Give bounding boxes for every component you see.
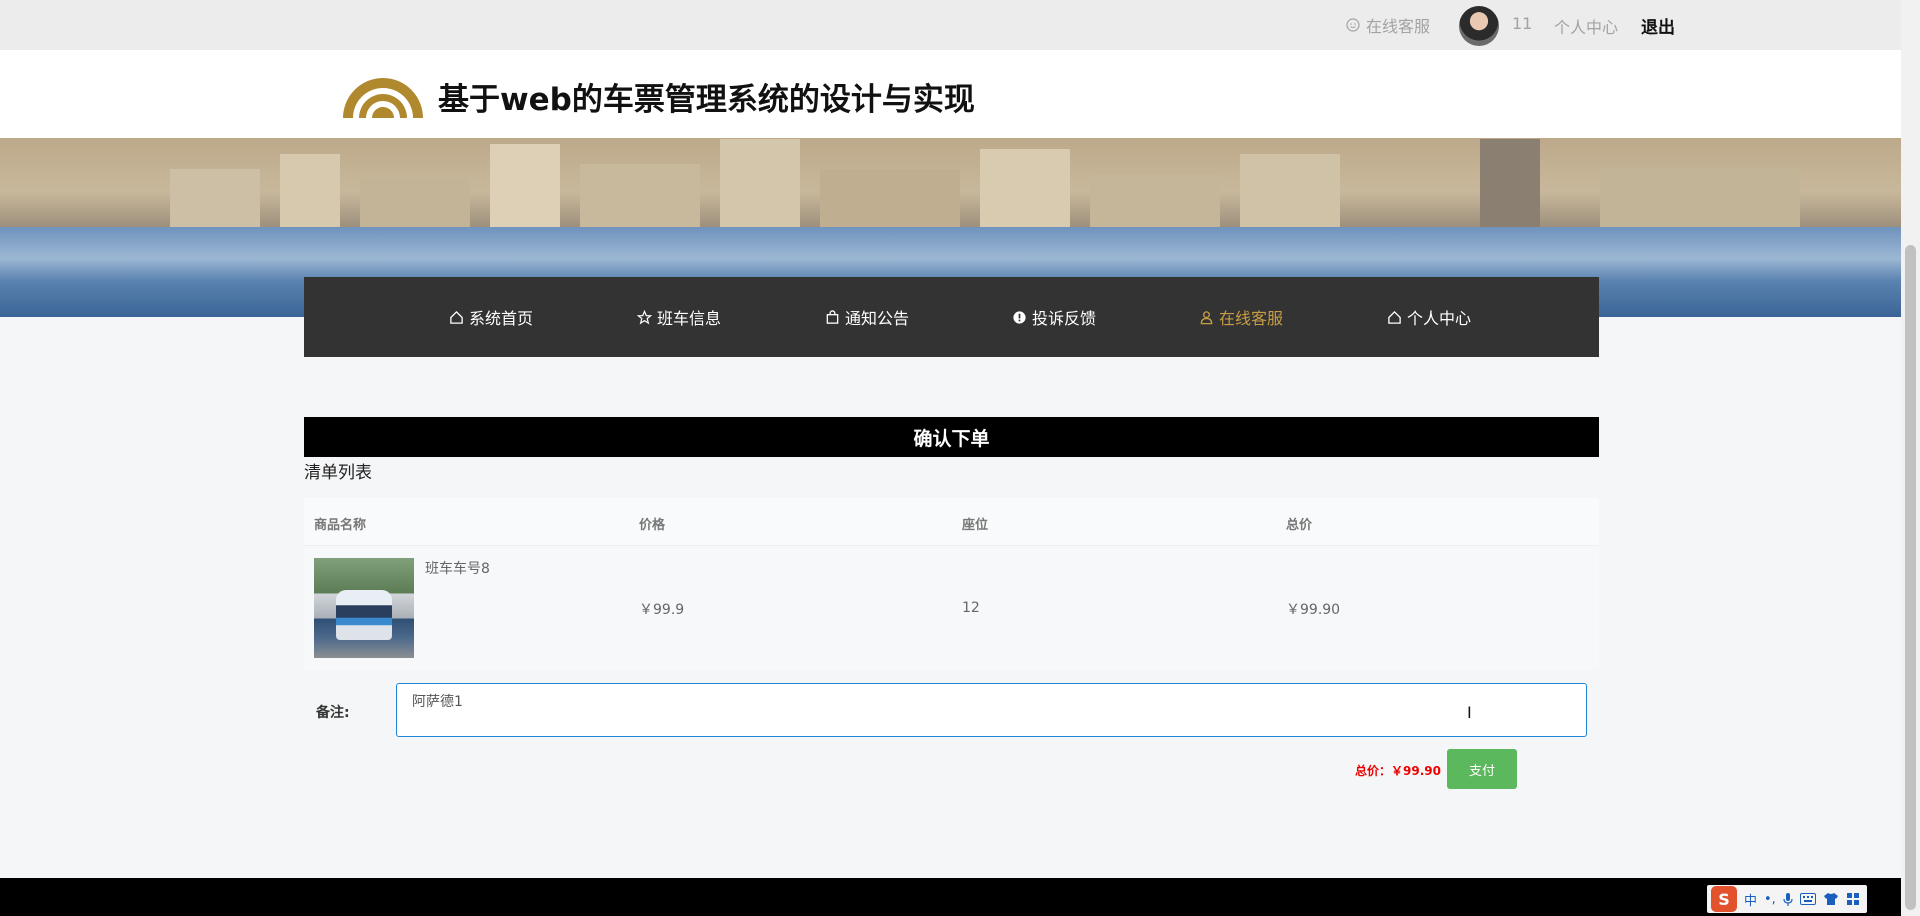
nav-item-label: 个人中心 (1407, 309, 1472, 328)
order-table: 商品名称 价格 座位 总价 班车车号8 ￥99.9 12 ￥99.90 (304, 498, 1599, 670)
site-header: 基于web的车票管理系统的设计与实现 (0, 50, 1901, 138)
confirm-order-heading: 确认下单 (304, 417, 1599, 457)
table-header: 商品名称 价格 座位 总价 (304, 498, 1599, 546)
column-header-total: 总价 (1286, 518, 1313, 533)
table-row: 班车车号8 ￥99.9 12 ￥99.90 (304, 546, 1599, 670)
user-id: 11 (1512, 14, 1533, 33)
home-icon (1388, 310, 1401, 324)
nav-item-bus-info[interactable]: 班车信息 (637, 277, 721, 357)
nav-item-label: 投诉反馈 (1032, 309, 1097, 328)
footer (0, 878, 1901, 916)
site-title: 基于web的车票管理系统的设计与实现 (438, 82, 975, 118)
logo-icon (343, 78, 423, 118)
ime-toolbar: S 中 •, (1707, 885, 1867, 913)
logout-link[interactable]: 退出 (1641, 13, 1675, 38)
nav-item-online-service[interactable]: 在线客服 (1199, 277, 1283, 357)
column-header-price: 价格 (639, 518, 666, 533)
skin-shirt-icon[interactable] (1823, 892, 1839, 906)
column-header-name: 商品名称 (314, 518, 367, 533)
scrollbar-thumb[interactable] (1905, 245, 1916, 910)
nav-item-label: 班车信息 (657, 309, 722, 328)
total-price-label: 总价：￥99.90 (1355, 764, 1441, 778)
grid-menu-icon[interactable] (1846, 892, 1860, 906)
star-icon (637, 309, 652, 324)
column-header-seat: 座位 (962, 518, 989, 533)
bag-icon (826, 309, 839, 324)
item-seat: 12 (962, 600, 980, 616)
keyboard-icon[interactable] (1799, 893, 1816, 905)
alert-icon (1013, 310, 1026, 324)
top-bar: 在线客服 11 个人中心 退出 (0, 0, 1901, 50)
online-service-link[interactable]: 在线客服 (1346, 14, 1430, 36)
avatar[interactable] (1459, 6, 1499, 46)
text-cursor-icon: I (1467, 703, 1472, 722)
remark-label: 备注: (316, 705, 350, 721)
user-icon (1200, 310, 1213, 324)
smile-icon (1346, 18, 1360, 32)
personal-center-link[interactable]: 个人中心 (1554, 14, 1618, 38)
nav-item-notices[interactable]: 通知公告 (825, 277, 909, 357)
ime-punctuation-toggle[interactable]: •, (1764, 892, 1776, 907)
online-service-label: 在线客服 (1366, 17, 1431, 36)
nav-item-label: 通知公告 (845, 309, 910, 328)
item-name: 班车车号8 (425, 561, 490, 577)
main-nav: 系统首页 班车信息 通知公告 投诉反馈 在线客服 个人中心 (304, 277, 1599, 357)
bus-thumbnail[interactable] (314, 558, 414, 658)
nav-item-personal-center[interactable]: 个人中心 (1387, 277, 1471, 357)
home-icon (450, 310, 463, 324)
ime-language-toggle[interactable]: 中 (1744, 890, 1757, 909)
pay-button[interactable]: 支付 (1447, 749, 1517, 789)
nav-item-label: 系统首页 (469, 309, 534, 328)
list-title: 清单列表 (304, 463, 372, 483)
page-scrollbar[interactable] (1901, 0, 1920, 916)
remark-input[interactable]: 阿萨德1 (396, 683, 1587, 737)
nav-item-feedback[interactable]: 投诉反馈 (1012, 277, 1096, 357)
sogou-logo-icon[interactable]: S (1711, 886, 1737, 912)
item-total: ￥99.90 (1286, 602, 1341, 618)
microphone-icon[interactable] (1783, 892, 1793, 906)
nav-item-home[interactable]: 系统首页 (449, 277, 533, 357)
item-price: ￥99.9 (639, 602, 685, 618)
nav-item-label: 在线客服 (1219, 309, 1284, 328)
